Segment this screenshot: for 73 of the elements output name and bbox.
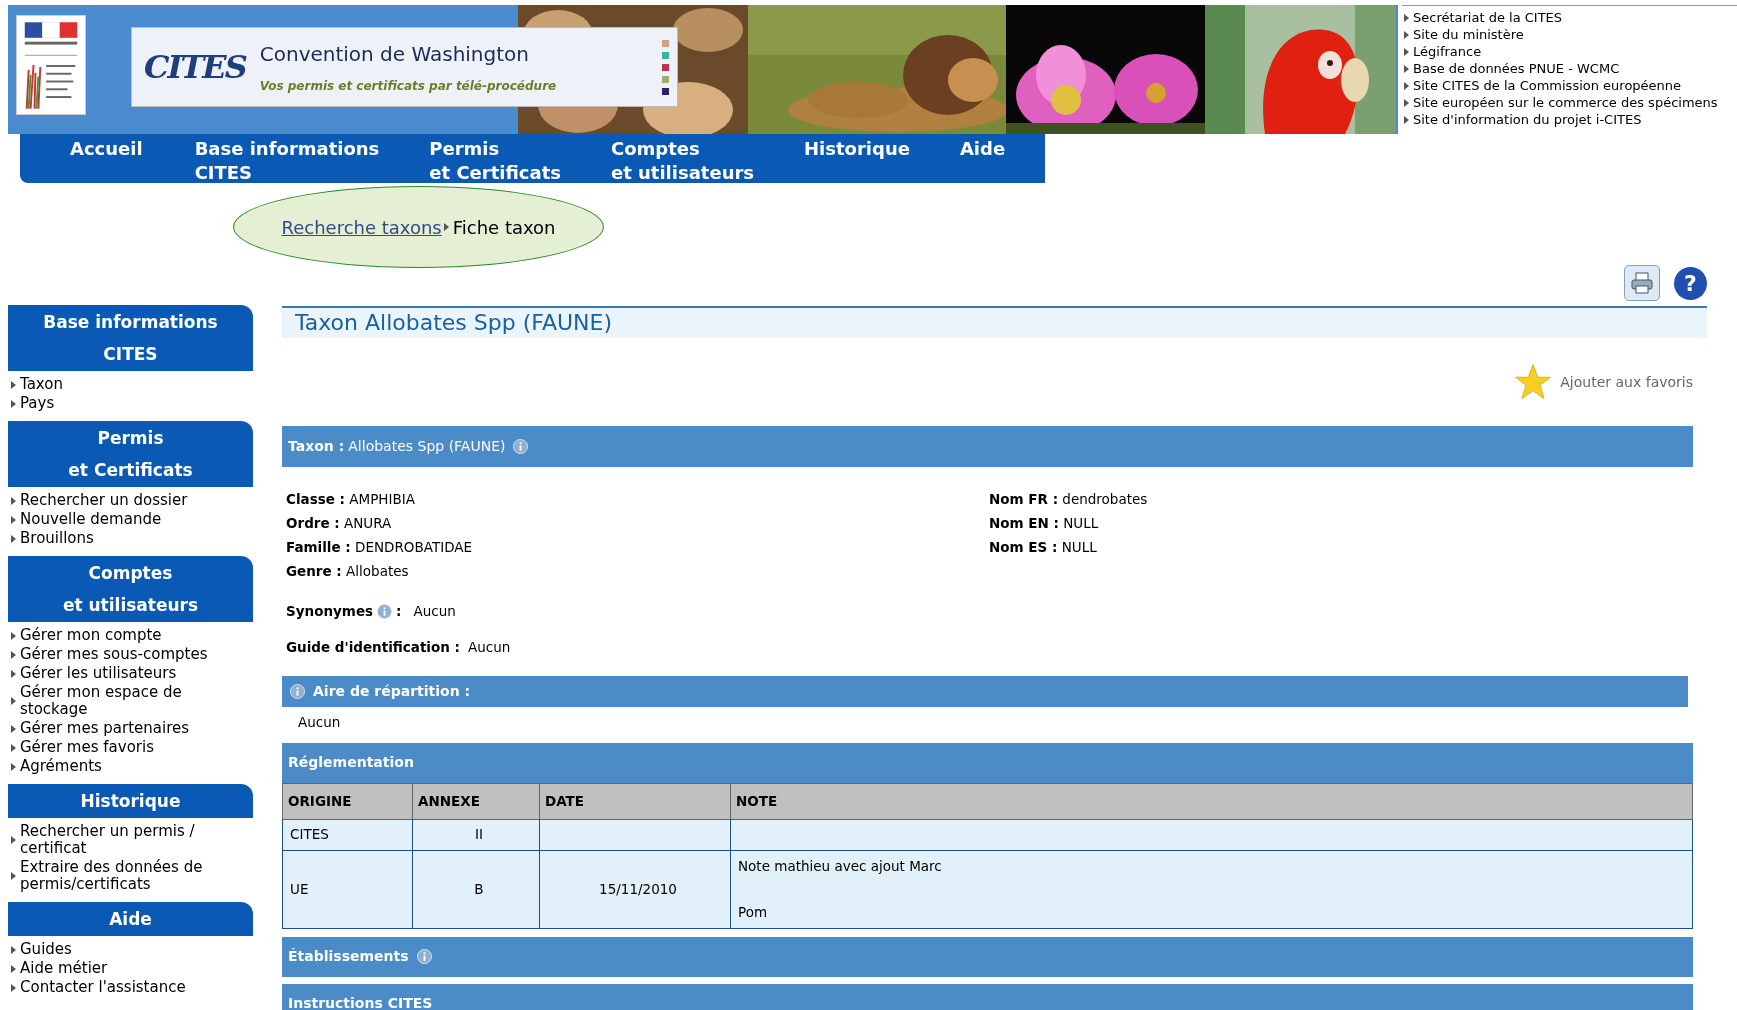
section-title: Instructions CITES <box>288 994 433 1010</box>
column-header: DATE <box>539 783 731 819</box>
sidebar-item[interactable]: Gérer les utilisateurs <box>8 664 223 683</box>
taxon-label: Taxon : <box>288 437 345 456</box>
nav-link[interactable]: Base informations CITES <box>194 134 380 183</box>
section-title: Établissements <box>288 947 409 966</box>
field-text: Classe : AMPHIBIA <box>286 490 416 509</box>
help-button[interactable]: ? <box>1674 266 1707 300</box>
sidebar-heading: Comptes et utilisateurs <box>8 556 253 622</box>
sidebar-item[interactable]: Rechercher un dossier <box>8 491 223 510</box>
breadcrumb-link[interactable]: Recherche taxons <box>281 213 442 241</box>
field-value: Aucun <box>413 602 456 621</box>
table-cell: B <box>474 880 484 897</box>
sidebar-item[interactable]: Brouillons <box>8 529 223 548</box>
sidebar-item[interactable]: Contacter l'assistance <box>8 978 223 997</box>
nav-link[interactable]: Accueil <box>70 134 143 183</box>
sidebar-item[interactable]: Gérer mes partenaires <box>8 719 223 738</box>
external-link[interactable]: Base de données PNUE - WCMC <box>1402 60 1737 77</box>
sidebar-item[interactable]: Aide métier <box>8 959 223 978</box>
nav-link[interactable]: Permis et Certificats <box>429 134 561 183</box>
field-text: Genre : Allobates <box>286 562 410 581</box>
sidebar-item[interactable]: Taxon <box>8 375 223 394</box>
table-cell: CITES <box>290 826 329 843</box>
external-link[interactable]: Légifrance <box>1402 43 1737 60</box>
sidebar-heading: Historique <box>8 784 253 818</box>
sidebar-item[interactable]: Extraire des données de permis/certificats <box>8 858 223 894</box>
field-label: Synonymes <box>286 602 374 621</box>
table-cell-text: Pom <box>738 902 768 922</box>
logo: CITES <box>144 47 246 88</box>
nav-link[interactable]: Comptes et utilisateurs <box>610 134 755 183</box>
external-link[interactable]: Site du ministère <box>1402 26 1737 43</box>
sidebar-item[interactable]: Agréments <box>8 757 223 776</box>
sidebar-heading: Aide <box>8 902 253 936</box>
sidebar-item[interactable]: Rechercher un permis / certificat <box>8 822 223 858</box>
table-cell: II <box>475 826 483 843</box>
sidebar-heading: Base informations CITES <box>8 305 253 371</box>
sidebar-heading: Permis et Certificats <box>8 421 253 487</box>
external-link[interactable]: Secrétariat de la CITES <box>1402 9 1737 26</box>
section-title: Aire de répartition : <box>313 681 471 701</box>
banner-title: Convention de Washington <box>259 41 530 68</box>
section-title: Réglementation <box>288 753 414 772</box>
field-label: : <box>396 602 402 621</box>
field-text: Famille : DENDROBATIDAE <box>286 538 474 557</box>
nav-link[interactable]: Aide <box>959 134 1006 183</box>
favorite-link[interactable]: Ajouter aux favoris <box>1560 371 1693 393</box>
column-header: ANNEXE <box>412 783 540 819</box>
column-header: ORIGINE <box>282 783 413 819</box>
nav-link[interactable]: Historique <box>804 134 910 183</box>
sidebar-item[interactable]: Guides <box>8 940 223 959</box>
field-value: Aucun <box>467 638 511 658</box>
sidebar-item[interactable]: Gérer mon espace de stockage <box>8 683 223 719</box>
sidebar-item[interactable]: Gérer mes sous-comptes <box>8 645 223 664</box>
taxon-value: Allobates Spp (FAUNE) <box>348 437 506 456</box>
external-link[interactable]: Site CITES de la Commission européenne <box>1402 77 1737 94</box>
external-link[interactable]: Site européen sur le commerce des spécimens <box>1402 94 1737 111</box>
table-cell: UE <box>290 880 309 897</box>
table-cell-text: Note mathieu avec ajout Marc <box>738 857 942 876</box>
field-value: Aucun <box>297 712 341 732</box>
field-label: Guide d'identification : <box>286 638 460 658</box>
sidebar-item[interactable]: Gérer mes favoris <box>8 738 223 757</box>
banner-subtitle: Vos permis et certificats par télé-procédure <box>259 78 557 95</box>
field-text: Ordre : ANURA <box>286 514 393 533</box>
field-text: Nom FR : dendrobates <box>989 490 1149 509</box>
page-title: Taxon Allobates Spp (FAUNE) <box>282 306 1707 338</box>
column-header: NOTE <box>730 783 1693 819</box>
sidebar-item[interactable]: Gérer mon compte <box>8 626 223 645</box>
sidebar-item[interactable]: Pays <box>8 394 223 413</box>
table-cell: 15/11/2010 <box>599 880 677 897</box>
sidebar-item[interactable]: Nouvelle demande <box>8 510 223 529</box>
field-text: Nom ES : NULL <box>989 538 1098 557</box>
external-link[interactable]: Site d'information du projet i-CITES <box>1402 111 1737 128</box>
breadcrumb-current: Fiche taxon <box>452 215 556 240</box>
field-text: Nom EN : NULL <box>989 514 1100 533</box>
